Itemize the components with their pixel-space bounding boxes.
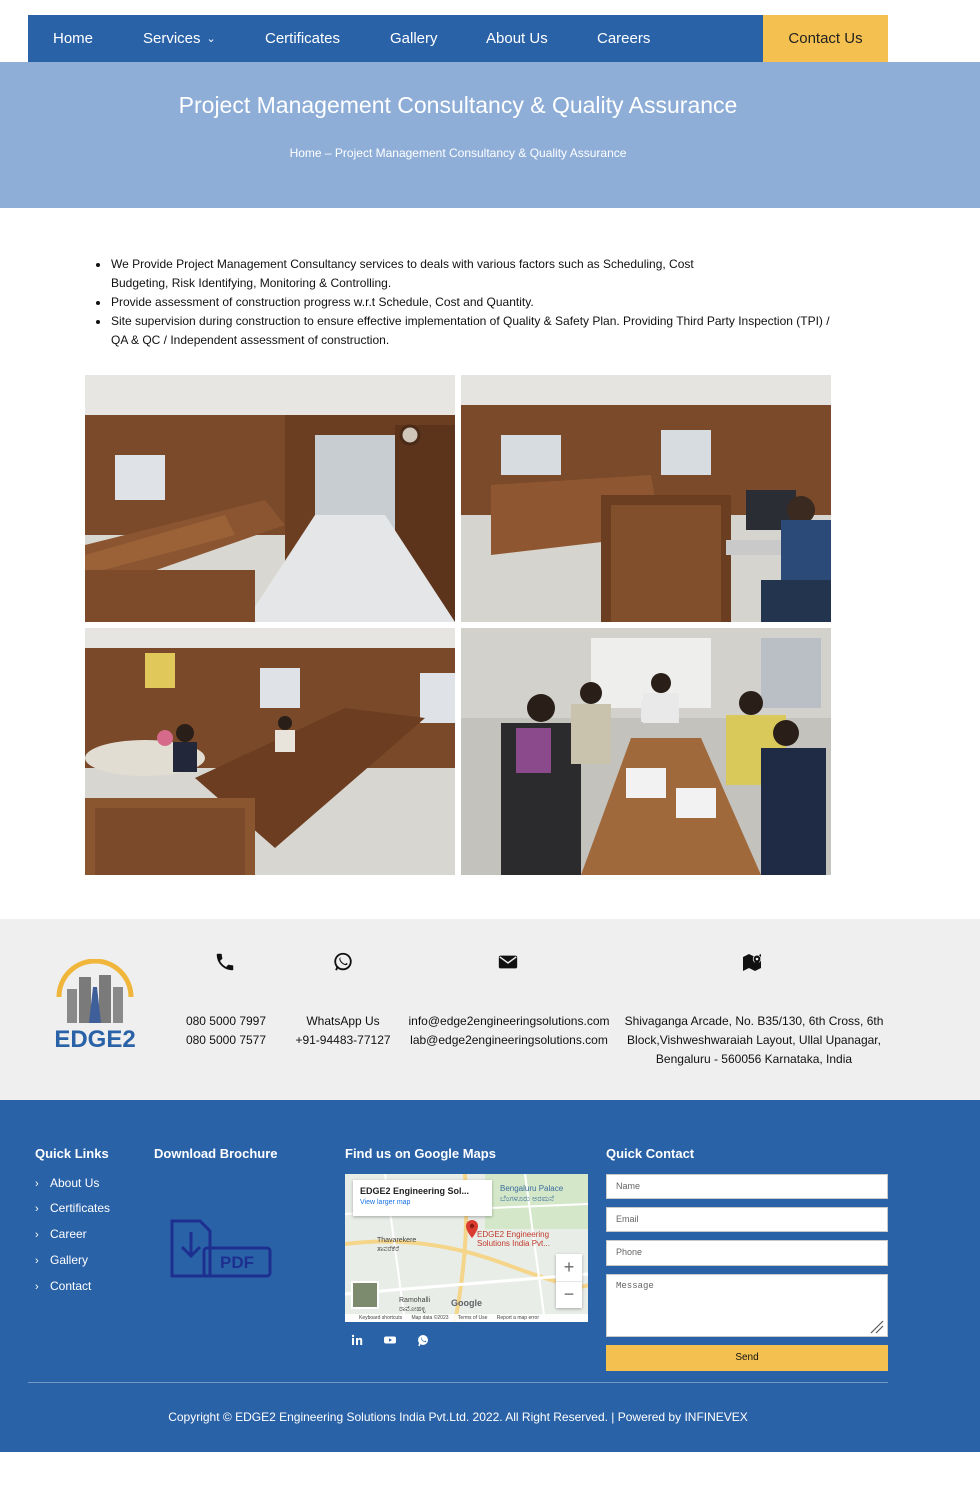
nav-careers[interactable]: Careers	[597, 15, 650, 62]
map-place-3-local: ರಾಮೋಹಳ್ಳಿ	[399, 1306, 426, 1313]
chevron-right-icon: ›	[35, 1229, 39, 1241]
send-button[interactable]: Send	[606, 1345, 888, 1371]
meeting-photo[interactable]	[461, 628, 831, 875]
keyboard-shortcuts-link[interactable]: Keyboard shortcuts	[359, 1315, 402, 1321]
map-info-card: EDGE2 Engineering Sol... View larger map	[353, 1180, 492, 1216]
map-card-title: EDGE2 Engineering Sol...	[360, 1186, 470, 1196]
email-link[interactable]: info@edge2engineeringsolutions.com	[398, 1012, 620, 1031]
message-field[interactable]: Message	[606, 1274, 888, 1337]
footer-link-label: Certificates	[50, 1201, 111, 1215]
map-place-label: Ramohalli ರಾಮೋಹಳ್ಳಿ	[399, 1296, 430, 1314]
whatsapp-icon[interactable]	[416, 1333, 430, 1347]
office-address: Shivaganga Arcade, No. B35/130, 6th Cros…	[620, 1012, 888, 1069]
footer-link-about[interactable]: › About Us	[35, 1176, 99, 1190]
page-hero: Project Management Consultancy & Quality…	[0, 62, 980, 208]
map-attribution: Keyboard shortcuts Map data ©2023 Terms …	[345, 1314, 588, 1322]
zoom-in-button[interactable]: +	[556, 1254, 582, 1281]
whatsapp-number[interactable]: +91-94483-77127	[283, 1031, 403, 1050]
copyright-text: Copyright © EDGE2 Engineering Solutions …	[168, 1410, 748, 1424]
site-footer: Quick Links › About Us › Certificates › Car…	[0, 1100, 980, 1452]
phone-icon	[214, 951, 238, 975]
nav-gallery[interactable]: Gallery	[390, 15, 438, 62]
office-photo-1[interactable]	[85, 375, 455, 622]
envelope-icon	[497, 951, 521, 975]
chevron-right-icon: ›	[35, 1281, 39, 1293]
nav-services[interactable]: Services ⌄	[143, 15, 216, 62]
breadcrumb[interactable]: Home – Project Management Consultancy & …	[0, 146, 916, 160]
office-photo-2[interactable]	[461, 375, 831, 622]
map-place-2-local: ತಾವರೆಕೆರೆ	[377, 1246, 400, 1253]
chevron-right-icon: ›	[35, 1178, 39, 1190]
footer-link-certificates[interactable]: › Certificates	[35, 1201, 110, 1215]
google-logo: Google	[451, 1298, 482, 1308]
phone-number[interactable]: 080 5000 7997	[166, 1012, 286, 1031]
whatsapp-contact: WhatsApp Us +91-94483-77127	[283, 1012, 403, 1050]
edge2-logo[interactable]: EDGE2	[45, 958, 145, 1053]
nav-services-label: Services	[143, 30, 201, 47]
footer-link-label: Contact	[50, 1279, 92, 1293]
map-place-label: Thavarekere ತಾವರೆಕೆರೆ	[377, 1236, 416, 1254]
phone-numbers: 080 5000 7997 080 5000 7577	[166, 1012, 286, 1050]
chevron-right-icon: ›	[35, 1255, 39, 1267]
footer-link-label: Gallery	[50, 1253, 89, 1267]
nav-about-us[interactable]: About Us	[486, 15, 548, 62]
pdf-icon-label: PDF	[220, 1253, 254, 1272]
name-field[interactable]: Name	[606, 1174, 888, 1199]
zoom-out-button[interactable]: −	[556, 1281, 582, 1308]
whatsapp-label[interactable]: WhatsApp Us	[283, 1012, 403, 1031]
report-map-error-link[interactable]: Report a map error	[497, 1315, 539, 1321]
nav-home[interactable]: Home	[53, 15, 93, 62]
chevron-right-icon: ›	[35, 1203, 39, 1215]
nav-certificates[interactable]: Certificates	[265, 15, 340, 62]
whatsapp-icon	[332, 951, 356, 975]
address-line: Block,Vishweshwaraiah Layout, Ullal Upan…	[627, 1033, 881, 1047]
pdf-download-icon[interactable]: PDF	[168, 1218, 272, 1278]
map-data-label: Map data ©2023	[411, 1315, 449, 1321]
footer-link-contact[interactable]: › Contact	[35, 1279, 91, 1293]
contact-us-button[interactable]: Contact Us	[763, 15, 888, 62]
footer-link-career[interactable]: › Career	[35, 1227, 87, 1241]
map-zoom-controls: + −	[556, 1254, 582, 1308]
map-pin-label: EDGE2 Engineering Solutions India Pvt...	[477, 1230, 550, 1248]
maps-title: Find us on Google Maps	[345, 1146, 496, 1161]
google-map-embed[interactable]: EDGE2 Engineering Sol... View larger map…	[345, 1174, 588, 1322]
quick-links-title: Quick Links	[35, 1146, 109, 1161]
email-link[interactable]: lab@edge2engineeringsolutions.com	[398, 1031, 620, 1050]
quick-contact-title: Quick Contact	[606, 1146, 695, 1161]
list-item: We Provide Project Management Consultanc…	[96, 255, 701, 293]
office-photo-3[interactable]	[85, 628, 455, 875]
chevron-down-icon: ⌄	[206, 33, 216, 45]
contact-info-band: EDGE2 080 5000 7997 080 5000 7577 WhatsA…	[0, 919, 980, 1100]
footer-link-label: Career	[50, 1227, 87, 1241]
map-place-3: Ramohalli	[399, 1297, 431, 1304]
phone-field[interactable]: Phone	[606, 1240, 888, 1266]
list-item: Provide assessment of construction progr…	[96, 293, 831, 312]
view-larger-map-link[interactable]: View larger map	[360, 1199, 485, 1206]
map-place-label: Bengaluru Palace ಬೆಂಗಳೂರು ಅರಮನೆ	[500, 1184, 563, 1204]
footer-link-gallery[interactable]: › Gallery	[35, 1253, 88, 1267]
main-nav: Home Services ⌄ Certificates Gallery Abou…	[28, 15, 888, 62]
map-place-1: Bengaluru Palace	[500, 1184, 564, 1193]
terms-of-use-link[interactable]: Terms of Use	[458, 1315, 487, 1321]
resize-handle-icon[interactable]	[868, 1320, 884, 1334]
youtube-icon[interactable]	[383, 1333, 397, 1347]
email-field[interactable]: Email	[606, 1207, 888, 1232]
phone-number[interactable]: 080 5000 7577	[166, 1031, 286, 1050]
linkedin-icon[interactable]	[350, 1333, 364, 1347]
footer-divider	[28, 1382, 888, 1383]
brochure-title: Download Brochure	[154, 1146, 278, 1161]
page-title: Project Management Consultancy & Quality…	[178, 92, 738, 118]
email-addresses: info@edge2engineeringsolutions.com lab@e…	[398, 1012, 620, 1050]
list-item: Site supervision during construction to …	[96, 312, 831, 350]
services-list: We Provide Project Management Consultanc…	[96, 255, 831, 350]
map-place-2: Thavarekere	[377, 1237, 417, 1244]
map-place-1-local: ಬೆಂಗಳೂರು ಅರಮನೆ	[500, 1194, 554, 1203]
logo-text: EDGE2	[54, 1026, 135, 1051]
address-line: Shivaganga Arcade, No. B35/130, 6th Cros…	[624, 1014, 884, 1028]
map-marker-icon	[742, 951, 766, 975]
address-line: Bengaluru - 560056 Karnataka, India	[655, 1052, 853, 1066]
footer-link-label: About Us	[50, 1176, 100, 1190]
